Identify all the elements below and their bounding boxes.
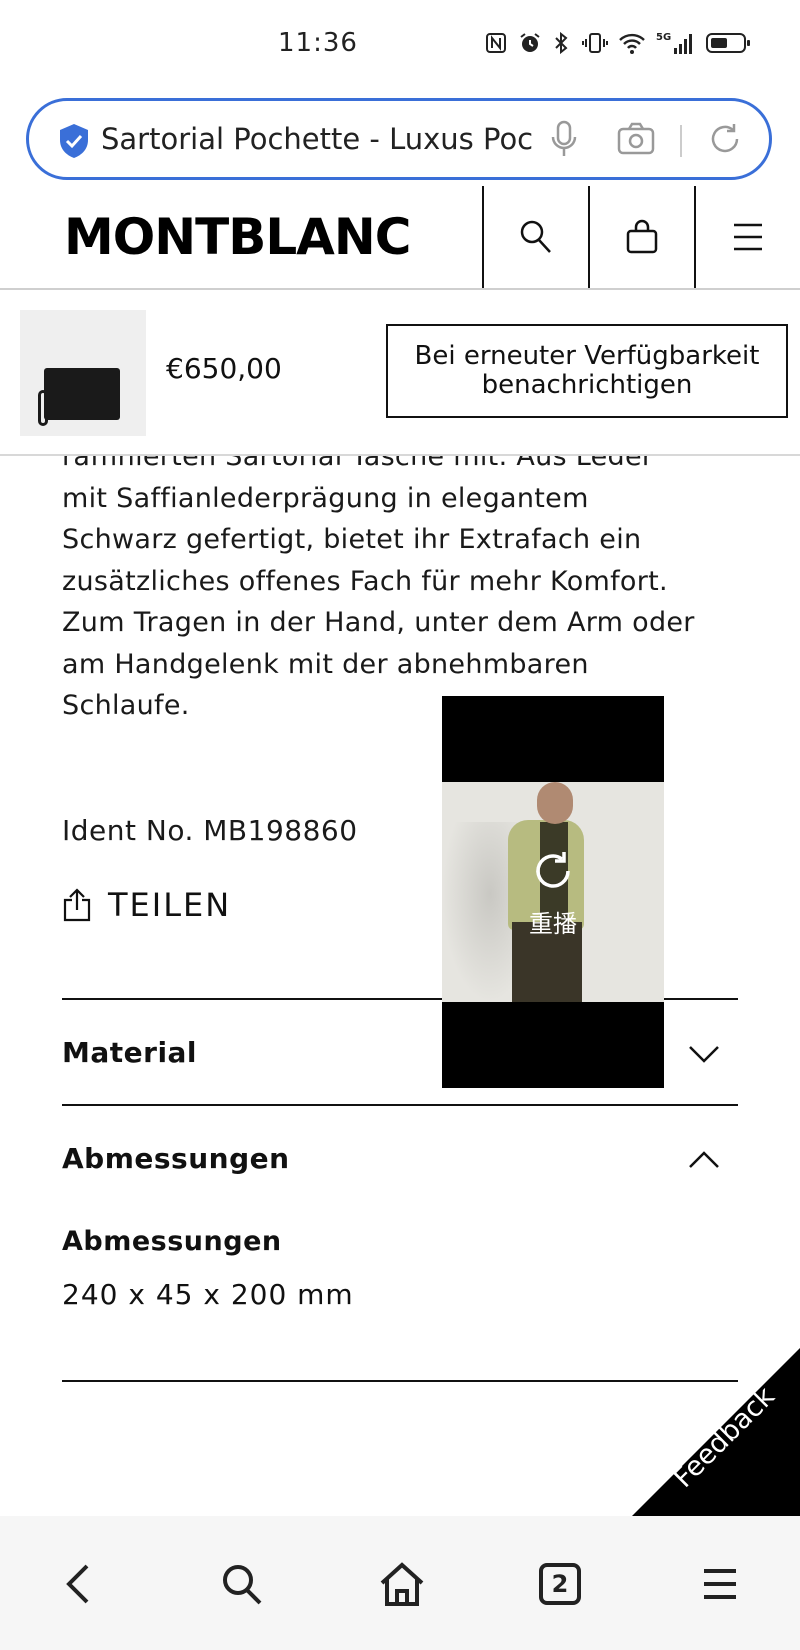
shopping-bag-button[interactable] xyxy=(588,186,694,288)
svg-text:5G: 5G xyxy=(656,32,671,43)
accordion-dimensions-title[interactable]: Abmessungen xyxy=(62,1142,290,1175)
browser-navigation-bar: 2 xyxy=(0,1516,800,1650)
home-icon xyxy=(380,1562,424,1606)
chevron-down-icon[interactable] xyxy=(688,1044,720,1064)
wifi-icon xyxy=(619,33,645,54)
replay-label: 重播 xyxy=(529,910,577,938)
product-price: €650,00 xyxy=(166,352,282,385)
sticky-product-bar: €650,00 Bei erneuter Verfügbarkeit benac… xyxy=(0,292,800,456)
dimensions-value: 240 x 45 x 200 mm xyxy=(62,1278,354,1311)
status-time: 11:36 xyxy=(278,28,358,58)
vibrate-icon xyxy=(582,33,608,53)
browser-menu-button[interactable] xyxy=(692,1556,748,1612)
share-icon xyxy=(63,888,91,922)
site-header: MONTBLANC xyxy=(0,186,800,290)
accordion-material-title[interactable]: Material xyxy=(62,1036,197,1069)
description-line: mit Saffianlederprägung in elegantem xyxy=(62,482,589,514)
search-button[interactable] xyxy=(482,186,588,288)
description-line: zusätzliches offenes Fach für mehr Komfo… xyxy=(62,565,668,597)
menu-button[interactable] xyxy=(694,186,800,288)
description-line: am Handgelenk mit der abnehmbaren xyxy=(62,648,589,680)
signal-5g-icon: 5G xyxy=(656,32,692,54)
hamburger-icon xyxy=(704,1569,736,1599)
product-thumbnail[interactable] xyxy=(20,310,146,436)
home-button[interactable] xyxy=(374,1556,430,1612)
hamburger-icon xyxy=(734,223,762,251)
tabs-icon: 2 xyxy=(539,1563,581,1605)
battery-icon xyxy=(706,33,750,53)
bluetooth-icon xyxy=(555,31,568,55)
replay-button[interactable]: 重播 xyxy=(442,846,664,939)
ident-number: Ident No. MB198860 xyxy=(62,814,358,847)
description-line: Schwarz gefertigt, bietet ihr Extrafach … xyxy=(62,524,642,555)
divider xyxy=(680,125,682,157)
share-button[interactable]: TEILEN xyxy=(62,886,231,924)
video-model-head xyxy=(537,782,573,824)
chevron-up-icon[interactable] xyxy=(688,1150,720,1170)
replay-icon xyxy=(536,852,570,888)
share-label: TEILEN xyxy=(108,886,232,924)
search-icon xyxy=(223,1565,262,1605)
back-button[interactable] xyxy=(50,1556,106,1612)
camera-icon[interactable] xyxy=(617,121,655,157)
brand-logo[interactable]: MONTBLANC xyxy=(64,208,411,266)
nfc-icon xyxy=(486,33,506,53)
search-icon xyxy=(520,220,551,253)
microphone-icon[interactable] xyxy=(549,119,579,159)
address-bar[interactable]: Sartorial Pochette - Luxus Poc xyxy=(26,98,772,180)
page-title[interactable]: Sartorial Pochette - Luxus Poc xyxy=(101,122,551,156)
alarm-icon xyxy=(520,33,540,52)
thumbnail-pouch xyxy=(44,368,120,420)
status-icons: 5G xyxy=(484,30,752,56)
shield-icon xyxy=(60,124,88,158)
accordion-divider xyxy=(62,1104,738,1106)
description-line: Zum Tragen in der Hand, unter dem Arm od… xyxy=(62,607,695,638)
tabs-button[interactable]: 2 xyxy=(532,1556,588,1612)
chevron-left-icon xyxy=(66,1564,89,1604)
notify-availability-button[interactable]: Bei erneuter Verfügbarkeit benachrichtig… xyxy=(386,324,788,418)
status-bar: 11:36 5G xyxy=(0,0,800,90)
accordion-divider xyxy=(62,1380,738,1382)
nav-search-button[interactable] xyxy=(214,1556,270,1612)
tab-count: 2 xyxy=(551,1570,569,1598)
shopping-bag-icon xyxy=(626,219,658,254)
video-player[interactable]: 重播 xyxy=(442,696,664,1088)
dimensions-label: Abmessungen xyxy=(62,1226,282,1257)
refresh-icon[interactable] xyxy=(707,121,743,157)
product-description: raffinierten Sartorial Tasche mit. Aus L… xyxy=(62,436,752,727)
